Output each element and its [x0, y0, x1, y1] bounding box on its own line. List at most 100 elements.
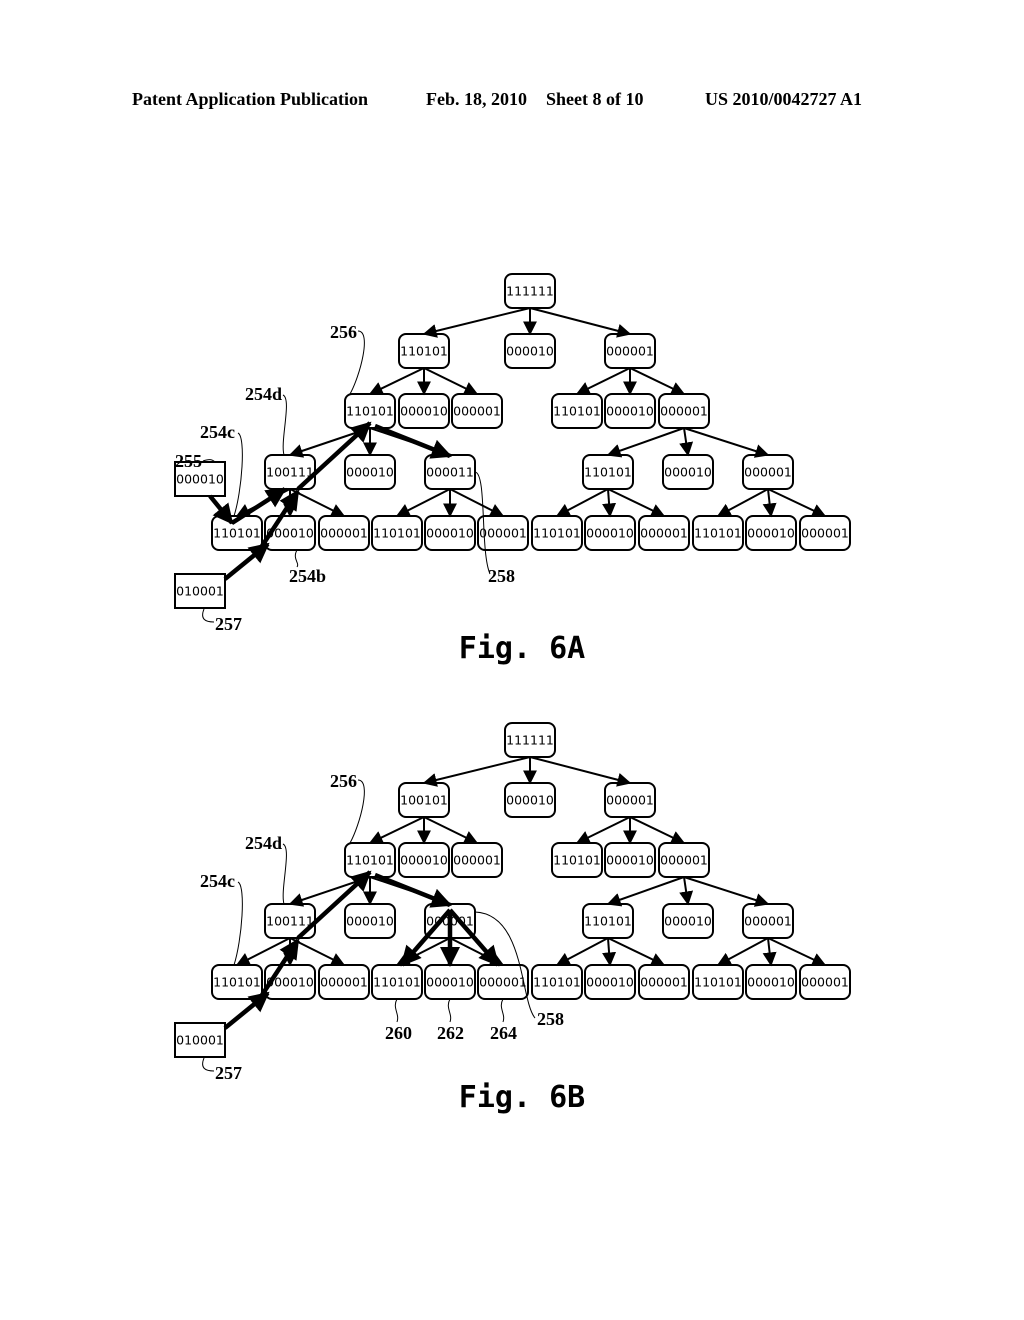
- external-node-257-label: 010001: [176, 1033, 224, 1048]
- node-level2-right-0: 110101: [551, 842, 603, 878]
- tree-edge: [449, 488, 505, 517]
- external-node-257: 010001: [174, 1022, 226, 1058]
- node-level4-7: 000010: [584, 964, 636, 1000]
- node-level2-right-1: 000010: [604, 393, 656, 429]
- node-level4-4: 000010: [424, 964, 476, 1000]
- node-level1-0: 110101: [398, 333, 450, 369]
- node-level4-11: 000001: [799, 964, 851, 1000]
- ref-264: 264: [490, 1023, 517, 1043]
- node-level2-right-0: 110101: [551, 393, 603, 429]
- tree-edge: [602, 488, 617, 518]
- node-level4-2: 000001: [318, 964, 370, 1000]
- tree-edge: [716, 488, 769, 517]
- node-root-label: 111111: [506, 284, 554, 299]
- external-node-255-label: 000010: [176, 472, 224, 487]
- tree-edge: [555, 937, 609, 966]
- node-level2-left-2: 000001: [451, 393, 503, 429]
- ref-254d: 254d: [245, 833, 282, 853]
- node-level2-right-1: 000010: [604, 842, 656, 878]
- ref-256: 256: [330, 322, 357, 342]
- node-level2-right-2-label: 000001: [660, 404, 708, 419]
- node-level4-6-label: 110101: [533, 526, 581, 541]
- node-level4-7: 000010: [584, 515, 636, 551]
- node-level3-right-1-label: 000010: [664, 465, 712, 480]
- node-level3-left-0-label: 100111: [266, 465, 314, 480]
- node-level4-4-label: 000010: [426, 975, 474, 990]
- node-level4-6: 110101: [531, 515, 583, 551]
- node-level2-right-2: 000001: [658, 393, 710, 429]
- node-level4-0-label: 110101: [213, 975, 261, 990]
- node-level2-right-0-label: 110101: [553, 853, 601, 868]
- node-level3-left-2: 000011: [424, 454, 476, 490]
- tree-edge: [607, 488, 666, 517]
- node-level1-2: 000001: [604, 333, 656, 369]
- tree-edge: [529, 307, 632, 338]
- node-level4-3-label: 110101: [373, 975, 421, 990]
- node-level4-0: 110101: [211, 964, 263, 1000]
- node-level4-2: 000001: [318, 515, 370, 551]
- node-level1-2: 000001: [604, 782, 656, 818]
- external-node-257: 010001: [174, 573, 226, 609]
- node-level3-left-0-label: 100111: [266, 914, 314, 929]
- node-level4-9: 110101: [692, 964, 744, 1000]
- figure-title-6a: Fig. 6A: [459, 631, 585, 666]
- tree-edge: [629, 816, 686, 844]
- node-level3-right-1-label: 000010: [664, 914, 712, 929]
- node-level2-right-0-label: 110101: [553, 404, 601, 419]
- tree-edge: [395, 488, 451, 517]
- leader-254b: [294, 549, 299, 568]
- leader-260: [394, 998, 399, 1023]
- tree-edge: [762, 488, 777, 518]
- node-level4-4: 000010: [424, 515, 476, 551]
- node-level3-right-2-label: 000001: [744, 465, 792, 480]
- path-edge-256-258: [374, 872, 452, 908]
- tree-edge: [422, 756, 531, 787]
- node-level3-left-1: 000010: [344, 903, 396, 939]
- tree-edge: [422, 307, 531, 338]
- node-level1-0: 100101: [398, 782, 450, 818]
- ref-257: 257: [215, 614, 242, 634]
- node-level3-right-0: 110101: [582, 903, 634, 939]
- tree-edge: [606, 876, 685, 907]
- node-level4-10: 000010: [745, 964, 797, 1000]
- node-level4-10: 000010: [745, 515, 797, 551]
- ref-254c: 254c: [200, 422, 235, 442]
- node-level3-right-0: 110101: [582, 454, 634, 490]
- node-level2-right-1-label: 000010: [606, 853, 654, 868]
- node-level4-5-label: 000001: [479, 975, 527, 990]
- ref-254b: 254b: [289, 566, 326, 586]
- node-level4-10-label: 000010: [747, 975, 795, 990]
- node-level1-0-label: 100101: [400, 793, 448, 808]
- tree-edge: [762, 937, 777, 967]
- node-level3-left-2-label: 000011: [426, 465, 474, 480]
- tree-edge: [575, 367, 631, 395]
- node-level4-2-label: 000001: [320, 526, 368, 541]
- node-root: 111111: [504, 722, 556, 758]
- tree-edge: [368, 367, 425, 395]
- tree-edge: [683, 876, 770, 907]
- node-level3-right-0-label: 110101: [584, 914, 632, 929]
- node-level2-left-0-label: 110101: [346, 404, 394, 419]
- node-level4-11: 000001: [799, 515, 851, 551]
- tree-edge: [368, 816, 425, 844]
- tree-edge: [679, 876, 694, 906]
- tree-edge: [767, 937, 827, 966]
- node-level1-1: 000010: [504, 782, 556, 818]
- node-level2-left-1: 000010: [398, 842, 450, 878]
- leader-262: [447, 998, 452, 1023]
- ref-256: 256: [330, 771, 357, 791]
- ref-260: 260: [385, 1023, 412, 1043]
- ref-254c: 254c: [200, 871, 235, 891]
- ref-254d: 254d: [245, 384, 282, 404]
- ref-258: 258: [488, 566, 515, 586]
- node-level3-left-0: 100111: [264, 454, 316, 490]
- tree-edge: [679, 427, 694, 457]
- leader-254d: [282, 843, 287, 905]
- node-level2-left-0: 110101: [344, 842, 396, 878]
- tree-edge: [555, 488, 609, 517]
- path-edge-256-258: [374, 423, 452, 459]
- node-level2-right-1-label: 000010: [606, 404, 654, 419]
- node-level4-8: 000001: [638, 964, 690, 1000]
- node-level2-right-2: 000001: [658, 842, 710, 878]
- node-level4-9-label: 110101: [694, 975, 742, 990]
